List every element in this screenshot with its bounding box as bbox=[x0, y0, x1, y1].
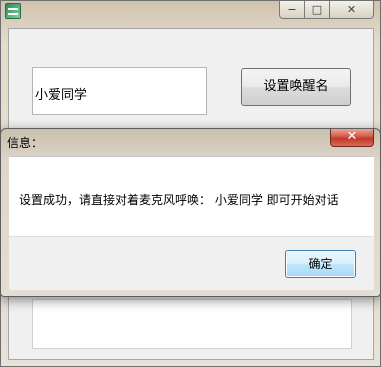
close-icon: ✕ bbox=[346, 3, 357, 16]
wake-name-input[interactable]: 小爱同学 bbox=[32, 67, 207, 115]
dialog-body: 设置成功，请直接对着麦克风呼唤： 小爱同学 即可开始对话 bbox=[9, 156, 374, 237]
dialog-close-button[interactable]: ✕ bbox=[330, 129, 374, 147]
message-dialog: 信息： ✕ 设置成功，请直接对着麦克风呼唤： 小爱同学 即可开始对话 确定 bbox=[0, 128, 381, 297]
maximize-icon: □ bbox=[311, 3, 323, 16]
close-icon: ✕ bbox=[346, 129, 358, 144]
dialog-message: 设置成功，请直接对着麦克风呼唤： 小爱同学 即可开始对话 bbox=[19, 193, 339, 207]
ok-button[interactable]: 确定 bbox=[285, 250, 356, 278]
minimize-icon: − bbox=[287, 3, 297, 16]
minimize-button[interactable]: − bbox=[279, 1, 305, 19]
main-title-bar[interactable]: − □ ✕ bbox=[1, 1, 380, 23]
dialog-title: 信息： bbox=[7, 136, 44, 150]
caption-buttons: − □ ✕ bbox=[279, 1, 374, 19]
set-wake-name-button[interactable]: 设置唤醒名 bbox=[241, 68, 351, 106]
maximize-button[interactable]: □ bbox=[305, 1, 330, 19]
output-textbox[interactable] bbox=[32, 299, 352, 349]
app-icon bbox=[5, 3, 21, 19]
dialog-footer: 确定 bbox=[9, 236, 374, 290]
close-button[interactable]: ✕ bbox=[330, 1, 374, 19]
